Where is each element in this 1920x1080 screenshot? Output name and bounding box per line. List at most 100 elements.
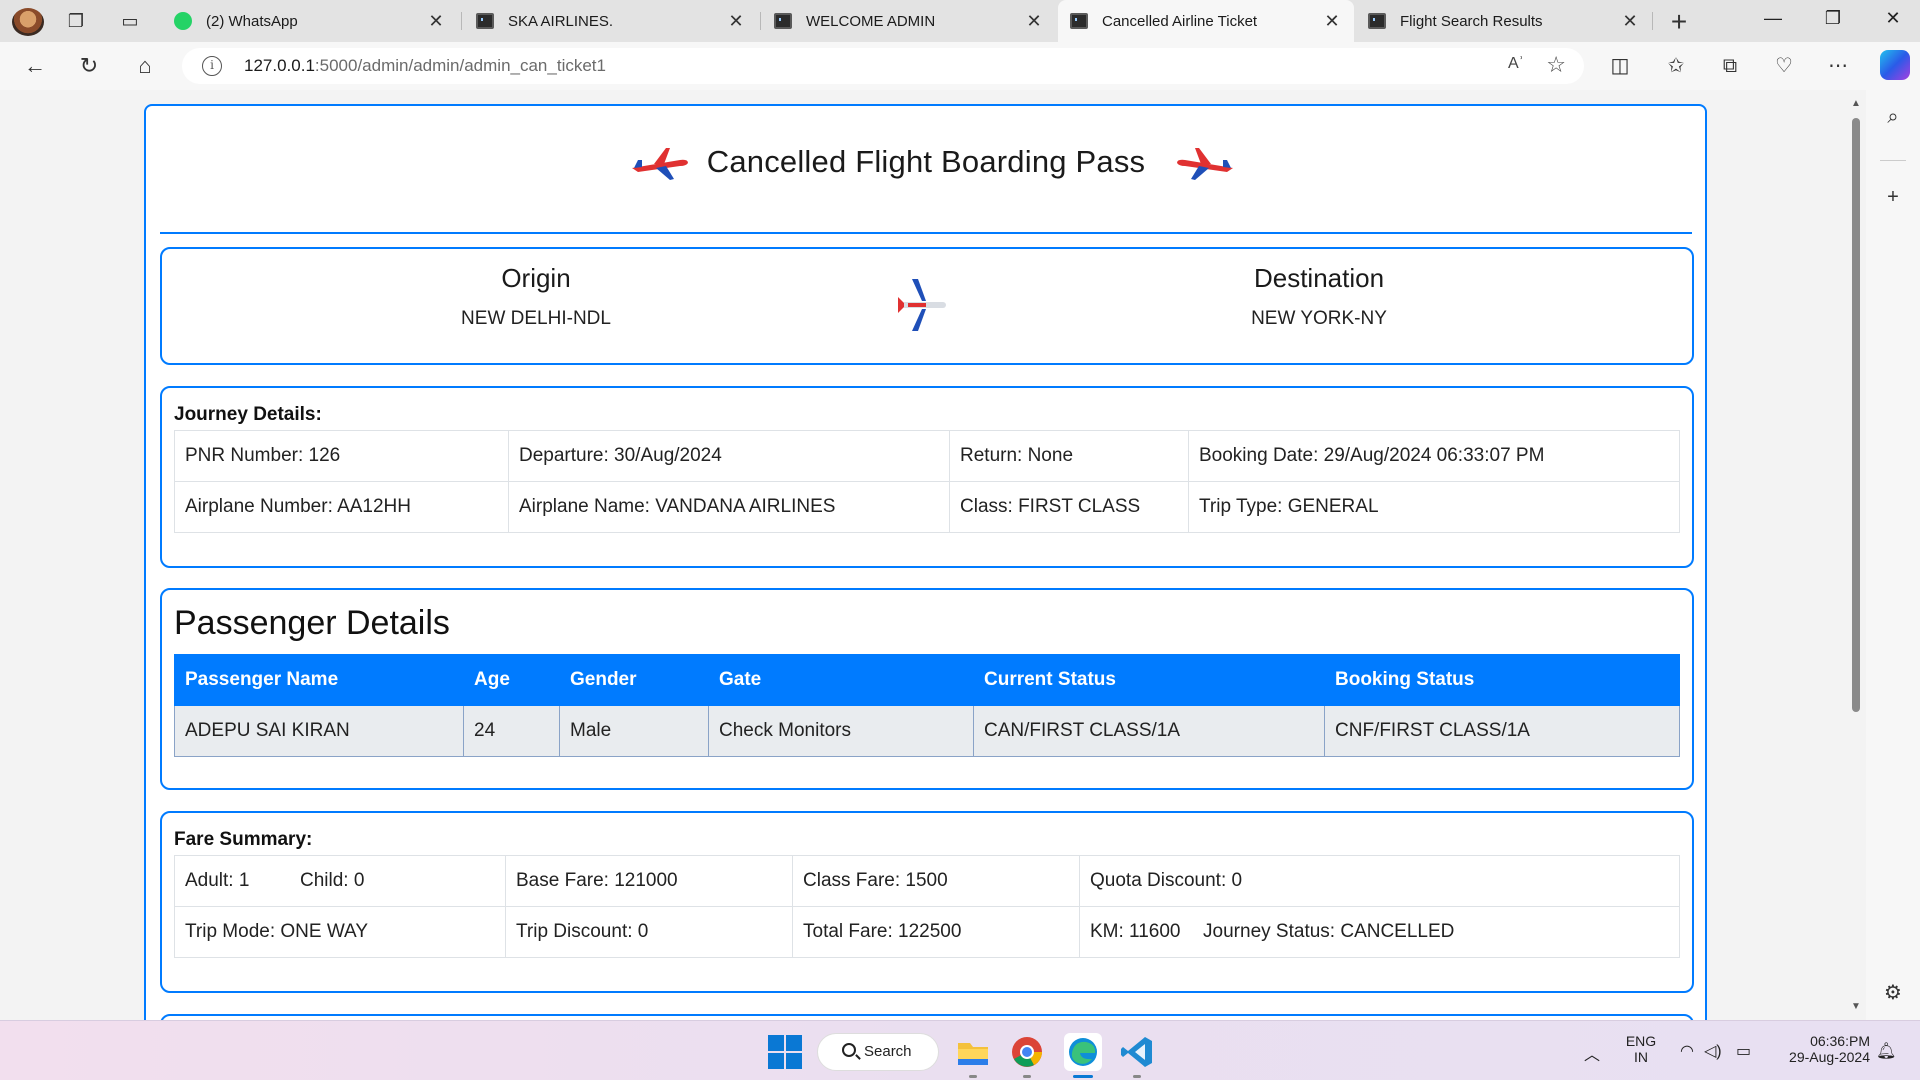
wifi-icon[interactable]: ◠	[1680, 1041, 1694, 1061]
passenger-gate: Check Monitors	[708, 705, 974, 757]
tab-actions-icon[interactable]: ▭	[118, 10, 142, 32]
gear-icon[interactable]: ⚙	[1880, 980, 1906, 1006]
tab-flight-search-results[interactable]: Flight Search Results ✕	[1356, 0, 1652, 42]
back-button[interactable]: ←	[20, 52, 50, 80]
refresh-button[interactable]: ↻	[74, 52, 104, 80]
current-status: CAN/FIRST CLASS/1A	[973, 705, 1325, 757]
base-fare: Base Fare: 121000	[505, 855, 793, 907]
close-icon[interactable]: ✕	[726, 11, 746, 32]
url-text[interactable]: 127.0.0.1:5000/admin/admin/admin_can_tic…	[244, 56, 606, 76]
distance-status-cell: KM: 11600 Journey Status: CANCELLED	[1079, 906, 1680, 958]
trip-mode: Trip Mode: ONE WAY	[174, 906, 506, 958]
journey-details-section: Journey Details: PNR Number: 126 Departu…	[160, 386, 1694, 568]
clock[interactable]: 06:36:PM 29-Aug-2024	[1770, 1033, 1870, 1065]
collections-icon[interactable]: ⧉	[1714, 50, 1746, 82]
favorite-star-icon[interactable]: ☆	[1546, 52, 1566, 78]
tab-title: SKA AIRLINES.	[508, 12, 614, 30]
favorites-icon[interactable]: ✩	[1660, 50, 1692, 82]
split-screen-icon[interactable]: ◫	[1604, 50, 1636, 82]
close-icon[interactable]: ✕	[1024, 11, 1044, 32]
edge-sidebar: ⌕ + ⚙	[1866, 90, 1920, 1020]
passenger-table: Passenger Name Age Gender Gate Current S…	[174, 654, 1680, 757]
taskbar-search-box[interactable]: Search	[817, 1033, 939, 1071]
journey-details-table: PNR Number: 126 Departure: 30/Aug/2024 R…	[174, 430, 1680, 533]
table-row: PNR Number: 126 Departure: 30/Aug/2024 R…	[174, 430, 1680, 482]
adult-count: Adult: 1	[185, 870, 250, 891]
column-header: Current Status	[973, 654, 1325, 706]
close-icon[interactable]: ✕	[426, 11, 446, 32]
clock-date: 29-Aug-2024	[1789, 1049, 1870, 1065]
trip-type: Trip Type: GENERAL	[1188, 481, 1680, 533]
more-options-icon[interactable]: ⋯	[1822, 50, 1854, 82]
travel-class: Class: FIRST CLASS	[949, 481, 1189, 533]
boarding-pass-header: Cancelled Flight Boarding Pass	[160, 106, 1692, 234]
airplane-number: Airplane Number: AA12HH	[174, 481, 509, 533]
vscode-icon[interactable]	[1118, 1033, 1156, 1071]
browser-essentials-icon[interactable]: ♡	[1768, 50, 1800, 82]
terminal-icon	[1368, 13, 1386, 29]
fare-summary-section: Fare Summary: Adult: 1 Child: 0 Base Far…	[160, 811, 1694, 993]
profile-avatar[interactable]	[12, 8, 44, 36]
workspaces-icon[interactable]: ❐	[64, 10, 88, 32]
tab-ska-airlines[interactable]: SKA AIRLINES. ✕	[464, 0, 758, 42]
search-icon	[842, 1043, 856, 1057]
minimize-button[interactable]: —	[1758, 8, 1788, 29]
passenger-details-title: Passenger Details	[174, 604, 450, 642]
taskbar-search-label: Search	[864, 1043, 912, 1060]
passenger-age: 24	[463, 705, 560, 757]
windows-start-icon[interactable]	[766, 1033, 804, 1071]
class-fare: Class Fare: 1500	[792, 855, 1080, 907]
airplane-route-icon	[898, 279, 946, 331]
scrollbar-thumb[interactable]	[1852, 118, 1860, 712]
restore-button[interactable]: ❐	[1818, 8, 1848, 29]
read-aloud-icon[interactable]: Aʾ	[1508, 55, 1524, 73]
home-button[interactable]: ⌂	[130, 52, 160, 80]
terminal-icon	[1070, 13, 1088, 29]
fare-summary-table: Adult: 1 Child: 0 Base Fare: 121000 Clas…	[174, 855, 1680, 958]
journey-details-title: Journey Details:	[174, 404, 322, 425]
passenger-gender: Male	[559, 705, 709, 757]
table-row: ADEPU SAI KIRAN 24 Male Check Monitors C…	[174, 705, 1680, 757]
close-icon[interactable]: ✕	[1620, 11, 1640, 32]
volume-icon[interactable]: ◁)	[1704, 1041, 1722, 1061]
chrome-icon[interactable]	[1008, 1033, 1046, 1071]
tab-title: WELCOME ADMIN	[806, 12, 936, 30]
new-tab-button[interactable]: +	[1664, 6, 1694, 38]
copilot-icon[interactable]	[1880, 50, 1910, 80]
tab-whatsapp[interactable]: (2) WhatsApp ✕	[162, 0, 458, 42]
origin-label: Origin	[501, 263, 571, 293]
tab-welcome-admin[interactable]: WELCOME ADMIN ✕	[762, 0, 1056, 42]
trip-discount: Trip Discount: 0	[505, 906, 793, 958]
windows-taskbar: Search ︿ ENG IN ◠ ◁) ▭ 06:36:PM 29-Aug-2…	[0, 1020, 1920, 1080]
notification-bell-icon[interactable]: 🔔︎	[1876, 1041, 1896, 1061]
airplane-name: Airplane Name: VANDANA AIRLINES	[508, 481, 950, 533]
input-language[interactable]: ENG IN	[1622, 1033, 1660, 1065]
pnr-number: PNR Number: 126	[174, 430, 509, 482]
scroll-up-arrow-icon[interactable]: ▲	[1851, 98, 1861, 109]
search-icon[interactable]: ⌕	[1880, 104, 1906, 130]
site-info-icon[interactable]: i	[202, 56, 222, 76]
edge-icon[interactable]	[1064, 1033, 1102, 1071]
file-explorer-icon[interactable]	[954, 1033, 992, 1071]
route-section: Origin NEW DELHI-NDL Destination NEW YOR…	[160, 247, 1694, 365]
journey-status: Journey Status: CANCELLED	[1203, 921, 1455, 942]
tab-cancelled-airline-ticket[interactable]: Cancelled Airline Ticket ✕	[1058, 0, 1354, 42]
show-hidden-icons-icon[interactable]: ︿	[1584, 1041, 1600, 1065]
passenger-name: ADEPU SAI KIRAN	[174, 705, 464, 757]
airplane-right-icon	[1177, 148, 1233, 180]
column-header: Gender	[559, 654, 709, 706]
scroll-down-arrow-icon[interactable]: ▼	[1851, 1001, 1861, 1012]
whatsapp-icon	[174, 12, 192, 30]
table-header-row: Passenger Name Age Gender Gate Current S…	[174, 654, 1680, 706]
close-icon[interactable]: ✕	[1322, 11, 1342, 32]
add-sidebar-app-icon[interactable]: +	[1880, 184, 1906, 210]
battery-icon[interactable]: ▭	[1736, 1041, 1751, 1061]
terminal-icon	[476, 13, 494, 29]
fare-summary-title: Fare Summary:	[174, 829, 313, 850]
window-close-button[interactable]: ✕	[1878, 8, 1908, 29]
page-scrollbar[interactable]: ▲ ▼	[1846, 90, 1866, 1020]
address-bar[interactable]: i 127.0.0.1:5000/admin/admin/admin_can_t…	[182, 48, 1584, 84]
origin-block: Origin NEW DELHI-NDL	[286, 263, 786, 330]
region-code: IN	[1634, 1049, 1648, 1065]
destination-block: Destination NEW YORK-NY	[1069, 263, 1569, 330]
